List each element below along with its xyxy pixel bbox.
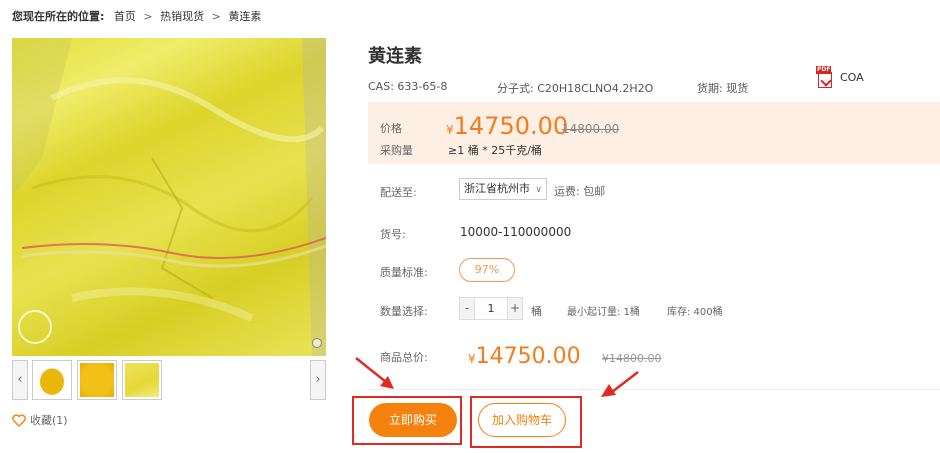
annotation-arrows bbox=[355, 357, 639, 397]
arrow-icon-right bbox=[601, 371, 639, 397]
arrow-icon-left bbox=[355, 357, 394, 389]
